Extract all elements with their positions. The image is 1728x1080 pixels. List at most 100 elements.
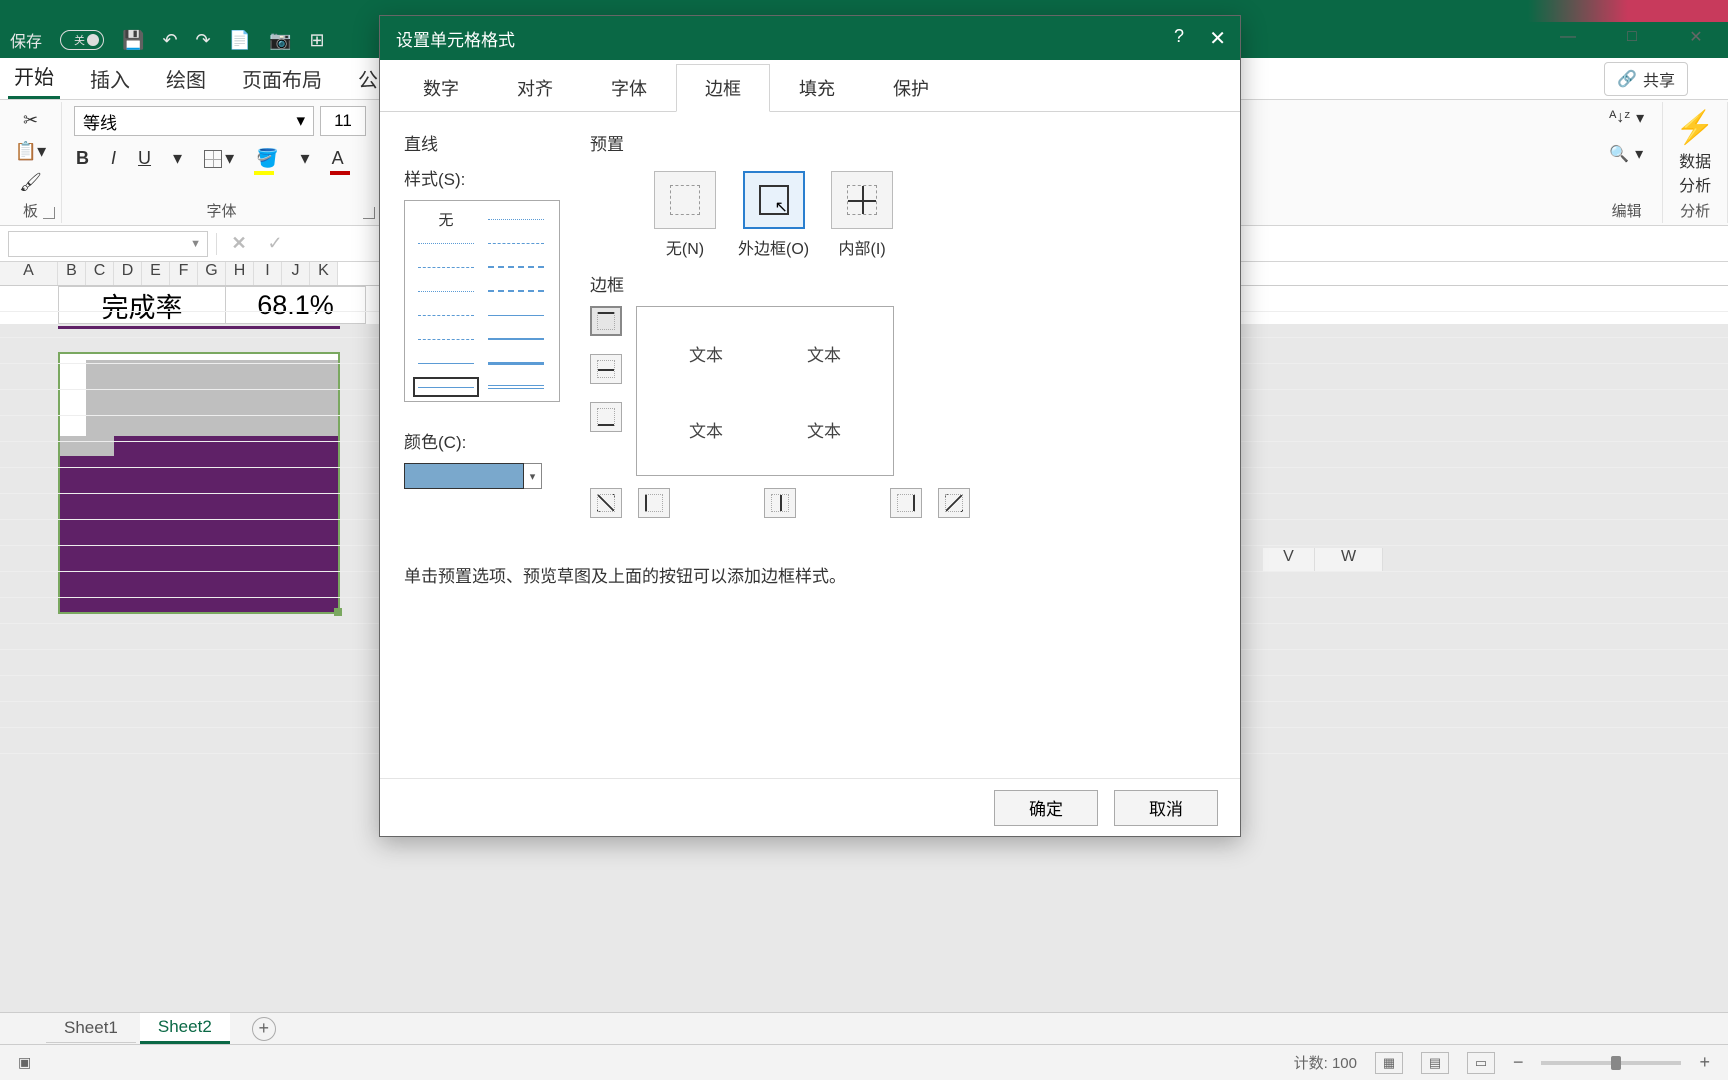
- border-bottom-button[interactable]: [590, 402, 622, 432]
- find-select-button[interactable]: 🔍▾: [1609, 144, 1644, 164]
- view-pagebreak-button[interactable]: ▭: [1467, 1052, 1495, 1074]
- font-name-select[interactable]: 等线 ▾: [74, 106, 314, 136]
- tab-home[interactable]: 开始: [8, 55, 60, 99]
- format-cells-dialog: 设置单元格格式 ? ✕ 数字 对齐 字体 边框 填充 保护 直线 样式(S): …: [379, 15, 1241, 837]
- style-label: 样式(S):: [404, 165, 584, 190]
- dtab-fill[interactable]: 填充: [770, 64, 864, 111]
- sheet-tab-2[interactable]: Sheet2: [140, 1013, 230, 1044]
- preset-outline-button[interactable]: ↖ 外边框(O): [738, 171, 809, 259]
- dtab-protect[interactable]: 保护: [864, 64, 958, 111]
- zoom-in-button[interactable]: +: [1699, 1052, 1710, 1073]
- line-style-list[interactable]: 无: [404, 200, 560, 402]
- camera-icon[interactable]: 📷: [269, 30, 291, 51]
- view-normal-button[interactable]: ▦: [1375, 1052, 1403, 1074]
- record-macro-icon[interactable]: ▣: [18, 1054, 31, 1071]
- cancel-button[interactable]: 取消: [1114, 790, 1218, 826]
- col-header-j[interactable]: J: [282, 262, 310, 285]
- status-count: 计数: 100: [1294, 1052, 1357, 1073]
- dtab-border[interactable]: 边框: [676, 64, 770, 112]
- font-color-button[interactable]: A: [330, 144, 346, 173]
- cursor-icon: ↖: [775, 197, 788, 217]
- minimize-button[interactable]: —: [1556, 25, 1580, 49]
- share-button[interactable]: 🔗 共享: [1604, 62, 1688, 96]
- dialog-titlebar[interactable]: 设置单元格格式 ? ✕: [380, 16, 1240, 60]
- preset-none-button[interactable]: 无(N): [654, 171, 716, 259]
- border-preview[interactable]: 文本 文本 文本 文本: [636, 306, 894, 476]
- share-icon: 🔗: [1617, 69, 1637, 89]
- status-bar: ▣ 计数: 100 ▦ ▤ ▭ − +: [0, 1044, 1728, 1080]
- dialog-close-button[interactable]: ✕: [1209, 26, 1226, 51]
- titlebar-accent: [1528, 0, 1728, 22]
- ok-button[interactable]: 确定: [994, 790, 1098, 826]
- new-sheet-button[interactable]: +: [252, 1017, 276, 1041]
- col-header-c[interactable]: C: [86, 262, 114, 285]
- col-header-a[interactable]: A: [0, 262, 58, 285]
- fill-color-button[interactable]: 🪣: [254, 144, 280, 173]
- dtab-number[interactable]: 数字: [394, 64, 488, 111]
- line-section-label: 直线: [404, 130, 584, 155]
- close-window-button[interactable]: ✕: [1684, 25, 1708, 49]
- border-hmid-button[interactable]: [590, 354, 622, 384]
- tab-insert[interactable]: 插入: [84, 58, 136, 99]
- formula-cancel-button[interactable]: ✕: [225, 232, 253, 256]
- col-header-b[interactable]: B: [58, 262, 86, 285]
- border-diag-up-button[interactable]: [590, 488, 622, 518]
- col-header-f[interactable]: F: [170, 262, 198, 285]
- preset-inside-button[interactable]: 内部(I): [831, 171, 893, 259]
- col-header-e[interactable]: E: [142, 262, 170, 285]
- font-launcher[interactable]: [363, 207, 375, 219]
- sheet-tab-1[interactable]: Sheet1: [46, 1014, 136, 1043]
- font-size-input[interactable]: [320, 106, 366, 136]
- col-header-g[interactable]: G: [198, 262, 226, 285]
- chevron-down-icon: ▼: [190, 238, 201, 250]
- window-controls: — □ ✕: [1556, 22, 1708, 52]
- redo-icon[interactable]: ↷: [196, 30, 211, 51]
- underline-dropdown[interactable]: ▾: [171, 144, 184, 173]
- border-vmid-button[interactable]: [764, 488, 796, 518]
- col-header-d[interactable]: D: [114, 262, 142, 285]
- tab-draw[interactable]: 绘图: [160, 58, 212, 99]
- name-box[interactable]: ▼: [8, 231, 208, 257]
- search-icon: 🔍: [1609, 144, 1629, 164]
- zoom-out-button[interactable]: −: [1513, 1052, 1524, 1073]
- sort-filter-button[interactable]: ᴬ↓ᶻ▾: [1609, 108, 1644, 128]
- font-group-label: 字体: [62, 200, 381, 221]
- border-left-button[interactable]: [638, 488, 670, 518]
- italic-button[interactable]: I: [109, 144, 118, 173]
- borders-button[interactable]: ▾: [202, 144, 236, 173]
- copy-icon[interactable]: 📋▾: [15, 141, 46, 162]
- col-header-h[interactable]: H: [226, 262, 254, 285]
- bolt-icon[interactable]: ⚡: [1675, 108, 1715, 146]
- dialog-tabs: 数字 对齐 字体 边框 填充 保护: [380, 60, 1240, 112]
- dtab-align[interactable]: 对齐: [488, 64, 582, 111]
- border-section-label: 边框: [590, 271, 1216, 296]
- border-right-button[interactable]: [890, 488, 922, 518]
- format-painter-icon[interactable]: 🖌: [19, 172, 42, 193]
- col-header-k[interactable]: K: [310, 262, 338, 285]
- formula-enter-button[interactable]: ✓: [261, 232, 289, 256]
- underline-button[interactable]: U: [136, 144, 153, 173]
- view-pagelayout-button[interactable]: ▤: [1421, 1052, 1449, 1074]
- maximize-button[interactable]: □: [1620, 25, 1644, 49]
- chevron-down-icon[interactable]: ▾: [524, 463, 542, 489]
- insert-row-icon[interactable]: ⊞: [309, 30, 324, 51]
- font-group: 等线 ▾ B I U ▾ ▾ 🪣 ▾ A 字体: [62, 102, 382, 223]
- autosave-toggle[interactable]: 关: [60, 30, 104, 50]
- save-icon[interactable]: 💾: [122, 30, 144, 51]
- print-preview-icon[interactable]: 📄: [229, 30, 251, 51]
- border-diag-down-button[interactable]: [938, 488, 970, 518]
- dtab-font[interactable]: 字体: [582, 64, 676, 111]
- undo-icon[interactable]: ↶: [162, 30, 177, 51]
- color-swatch: [404, 463, 524, 489]
- border-top-button[interactable]: [590, 306, 622, 336]
- bold-button[interactable]: B: [74, 144, 91, 173]
- clipboard-group: ✂ 📋▾ 🖌 板: [0, 102, 62, 223]
- col-header-i[interactable]: I: [254, 262, 282, 285]
- zoom-slider[interactable]: [1541, 1061, 1681, 1065]
- cut-icon[interactable]: ✂: [23, 110, 38, 131]
- analyze-group: ⚡ 数据 分析 分析: [1663, 102, 1728, 223]
- border-color-picker[interactable]: ▾: [404, 463, 584, 489]
- dialog-help-button[interactable]: ?: [1174, 26, 1184, 47]
- clipboard-launcher[interactable]: [43, 207, 55, 219]
- tab-layout[interactable]: 页面布局: [236, 58, 328, 99]
